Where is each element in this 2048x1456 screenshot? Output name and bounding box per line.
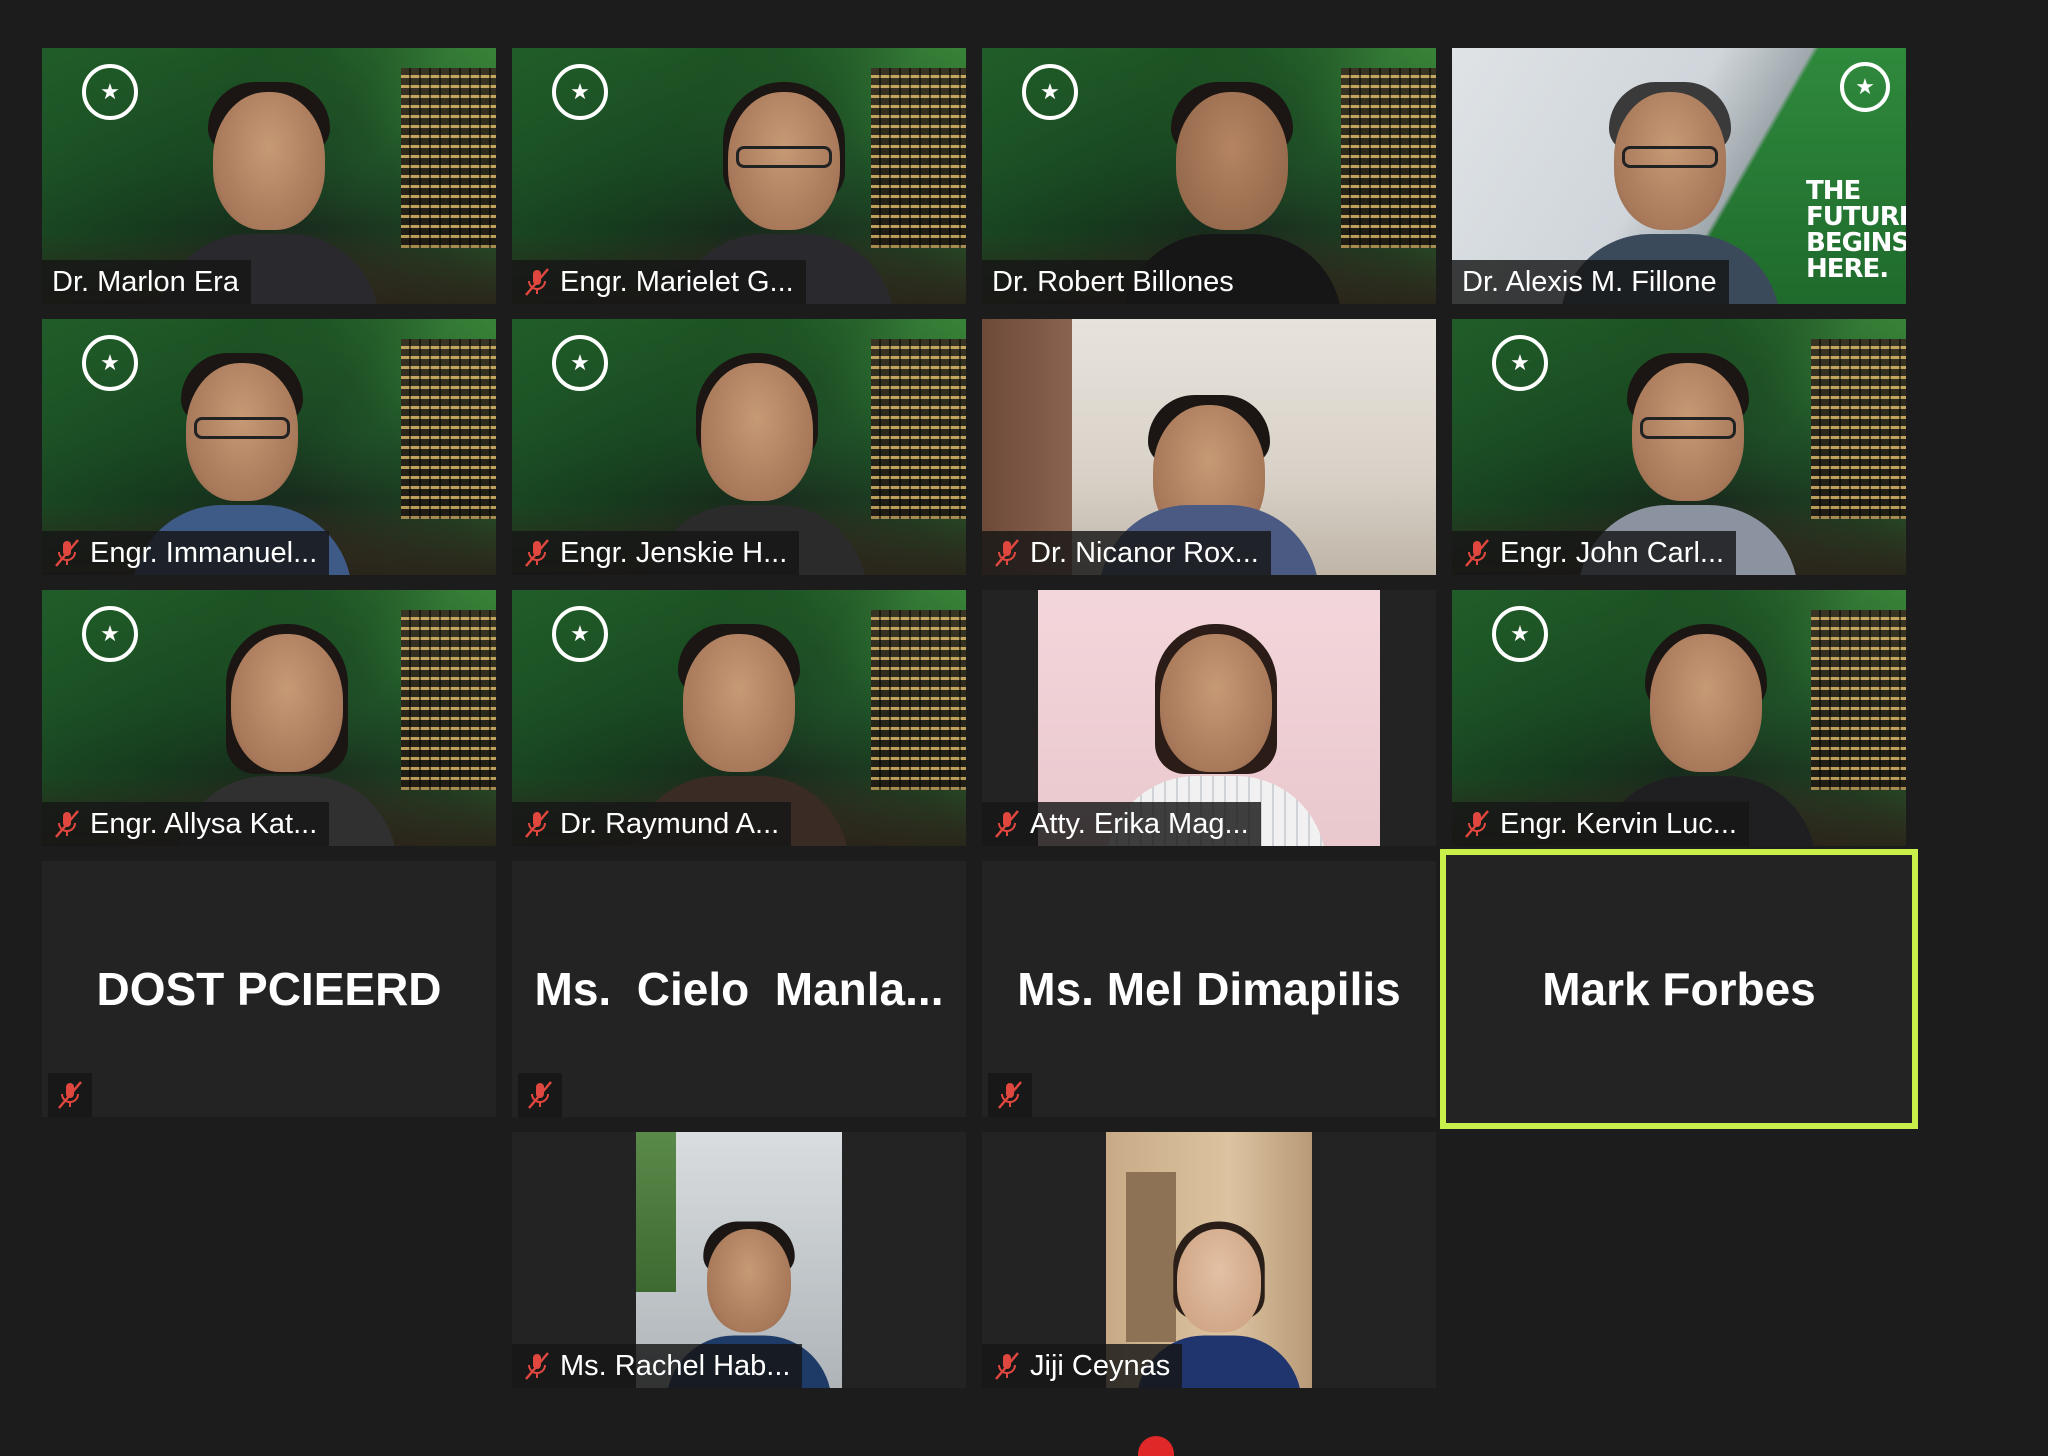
- microphone-muted-icon: [55, 810, 79, 838]
- university-seal-icon: ★: [1840, 62, 1890, 112]
- mute-indicator: [518, 1073, 562, 1117]
- campus-building: [871, 610, 966, 790]
- name-tile-mel-dimapilis[interactable]: Ms. Mel Dimapilis: [982, 861, 1436, 1117]
- participant-name: Engr. John Carl...: [1500, 537, 1725, 569]
- university-seal-icon: ★: [1492, 335, 1548, 391]
- recording-indicator: [1138, 1436, 1174, 1456]
- participant-name: Atty. Erika Mag...: [1030, 808, 1249, 840]
- video-tile-nicanor[interactable]: Dr. Nicanor Rox...: [982, 319, 1436, 575]
- microphone-muted-icon: [1465, 810, 1489, 838]
- video-tile-erika[interactable]: Atty. Erika Mag...: [982, 590, 1436, 846]
- mute-indicator: [988, 1073, 1032, 1117]
- participant-name-label: Jiji Ceynas: [982, 1344, 1183, 1388]
- participant-name-label: Engr. Kervin Luc...: [1452, 802, 1749, 846]
- university-seal-icon: ★: [552, 606, 608, 662]
- participant-name: Ms. Cielo Manla...: [534, 963, 944, 1015]
- campus-building: [401, 610, 496, 790]
- participant-name: Dr. Nicanor Rox...: [1030, 537, 1259, 569]
- participant-name-label: Dr. Nicanor Rox...: [982, 531, 1271, 575]
- microphone-muted-icon: [528, 1081, 552, 1109]
- campus-building: [871, 339, 966, 519]
- participant-name: Engr. Immanuel...: [90, 537, 318, 569]
- video-tile-allysa[interactable]: ★ Engr. Allysa Kat...: [42, 590, 496, 846]
- microphone-muted-icon: [995, 539, 1019, 567]
- participant-name: Dr. Alexis M. Fillone: [1462, 266, 1717, 298]
- video-tile-kervin[interactable]: ★ Engr. Kervin Luc...: [1452, 590, 1906, 846]
- participant-name: Engr. Marielet G...: [560, 266, 794, 298]
- video-tile-jenskie[interactable]: ★ Engr. Jenskie H...: [512, 319, 966, 575]
- participant-name: Ms. Mel Dimapilis: [1017, 963, 1401, 1015]
- microphone-muted-icon: [58, 1081, 82, 1109]
- campus-building: [1811, 610, 1906, 790]
- name-tile-mark-forbes-active-speaker[interactable]: Mark Forbes: [1440, 849, 1918, 1129]
- participant-name: Mark Forbes: [1542, 963, 1816, 1015]
- participant-name: Jiji Ceynas: [1030, 1350, 1171, 1382]
- campus-building: [871, 68, 966, 248]
- microphone-muted-icon: [525, 810, 549, 838]
- participant-name-label: Engr. Marielet G...: [512, 260, 806, 304]
- participant-name: Dr. Raymund A...: [560, 808, 780, 840]
- office-plant: [636, 1132, 676, 1292]
- video-tile-marielet[interactable]: ★ Engr. Marielet G...: [512, 48, 966, 304]
- campus-building: [1341, 68, 1436, 248]
- participant-name-label: Dr. Marlon Era: [42, 260, 251, 304]
- participant-name-label: Dr. Alexis M. Fillone: [1452, 260, 1729, 304]
- video-tile-jiji-ceynas[interactable]: Jiji Ceynas: [982, 1132, 1436, 1388]
- participant-name: DOST PCIEERD: [96, 963, 442, 1015]
- participant-name-label: Atty. Erika Mag...: [982, 802, 1261, 846]
- participant-name-label: Dr. Robert Billones: [982, 260, 1246, 304]
- video-tile-john-carl[interactable]: ★ Engr. John Carl...: [1452, 319, 1906, 575]
- participant-name-label: Engr. Jenskie H...: [512, 531, 800, 575]
- microphone-muted-icon: [525, 539, 549, 567]
- campus-building: [401, 339, 496, 519]
- microphone-muted-icon: [1465, 539, 1489, 567]
- participant-name-label: Ms. Rachel Hab...: [512, 1344, 803, 1388]
- participant-name: Engr. Allysa Kat...: [90, 808, 318, 840]
- video-tile-alexis-fillone[interactable]: ★ THE FUTURE BEGINS HERE. Dr. Alexis M. …: [1452, 48, 1906, 304]
- microphone-muted-icon: [525, 268, 549, 296]
- video-tile-robert-billones[interactable]: ★ Dr. Robert Billones: [982, 48, 1436, 304]
- participant-name-label: Engr. Immanuel...: [42, 531, 330, 575]
- microphone-muted-icon: [525, 1352, 549, 1380]
- participant-name-label: Engr. Allysa Kat...: [42, 802, 330, 846]
- video-tile-raymund[interactable]: ★ Dr. Raymund A...: [512, 590, 966, 846]
- video-tile-marlon-era[interactable]: ★ Dr. Marlon Era: [42, 48, 496, 304]
- participant-name-label: Engr. John Carl...: [1452, 531, 1737, 575]
- microphone-muted-icon: [995, 1352, 1019, 1380]
- university-seal-icon: ★: [552, 335, 608, 391]
- participant-name: Dr. Robert Billones: [992, 266, 1234, 298]
- tagline-banner: THE FUTURE BEGINS HERE.: [1806, 176, 1906, 284]
- university-seal-icon: ★: [1492, 606, 1548, 662]
- university-seal-icon: ★: [552, 64, 608, 120]
- participant-name: Ms. Rachel Hab...: [560, 1350, 791, 1382]
- video-tile-immanuel[interactable]: ★ Engr. Immanuel...: [42, 319, 496, 575]
- participant-name: Dr. Marlon Era: [52, 266, 239, 298]
- campus-building: [401, 68, 496, 248]
- microphone-muted-icon: [995, 810, 1019, 838]
- video-tile-rachel[interactable]: Ms. Rachel Hab...: [512, 1132, 966, 1388]
- microphone-muted-icon: [55, 539, 79, 567]
- university-seal-icon: ★: [1022, 64, 1078, 120]
- microphone-muted-icon: [998, 1081, 1022, 1109]
- mute-indicator: [48, 1073, 92, 1117]
- participant-name-label: Dr. Raymund A...: [512, 802, 792, 846]
- campus-building: [1811, 339, 1906, 519]
- participant-name: Engr. Jenskie H...: [560, 537, 788, 569]
- university-seal-icon: ★: [82, 606, 138, 662]
- name-tile-cielo[interactable]: Ms. Cielo Manla...: [512, 861, 966, 1117]
- university-seal-icon: ★: [82, 64, 138, 120]
- name-tile-dost-pcieerd[interactable]: DOST PCIEERD: [42, 861, 496, 1117]
- university-seal-icon: ★: [82, 335, 138, 391]
- participant-name: Engr. Kervin Luc...: [1500, 808, 1737, 840]
